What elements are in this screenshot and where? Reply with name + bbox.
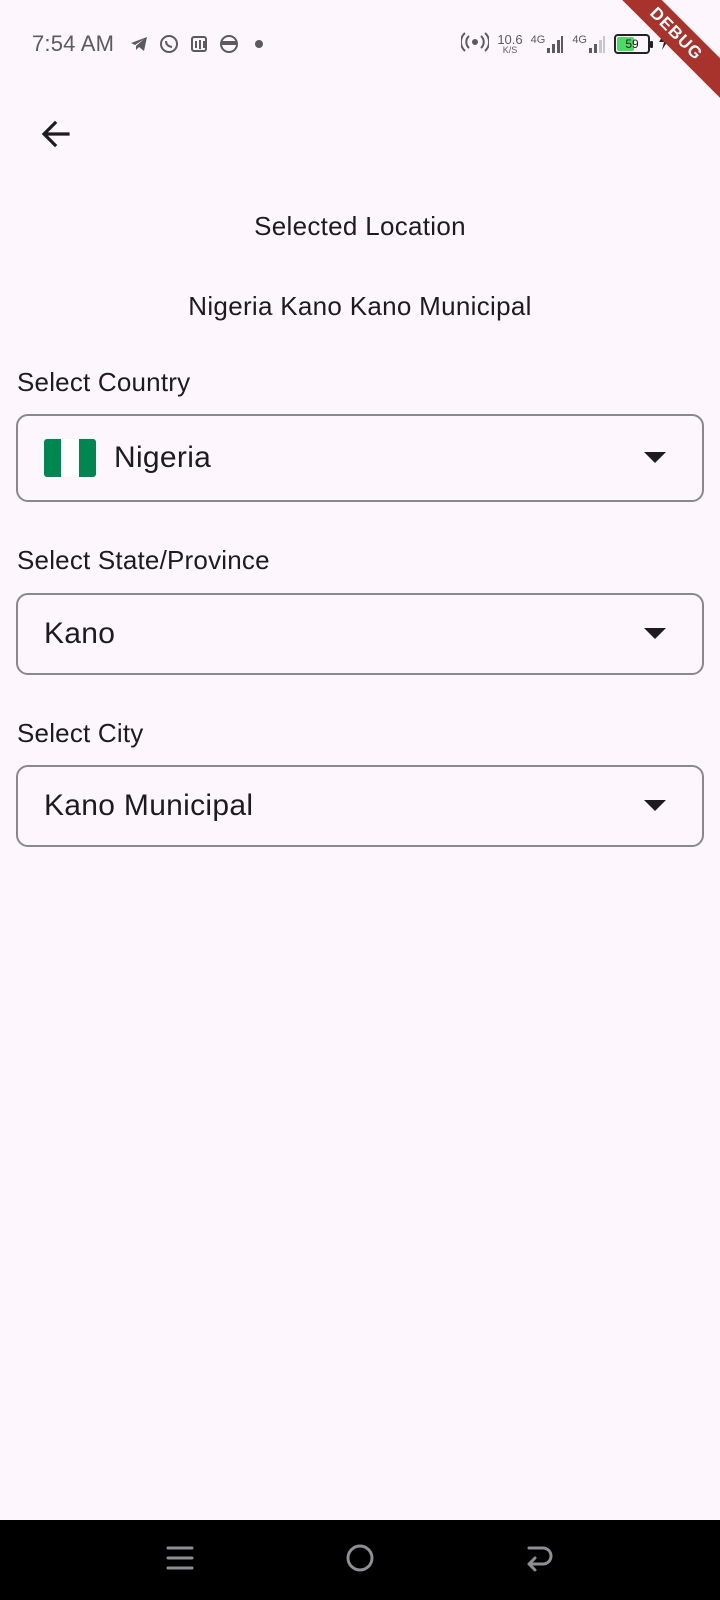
selected-location-value: Nigeria Kano Kano Municipal [188, 291, 532, 321]
dropdown-arrow-icon [644, 452, 666, 463]
nigeria-flag-icon [44, 439, 96, 477]
city-label: Select City [17, 718, 144, 748]
city-dropdown[interactable]: Kano Municipal [16, 765, 704, 847]
back-button[interactable] [24, 104, 88, 168]
country-dropdown[interactable]: Nigeria [16, 414, 704, 502]
net-speed-unit: K/S [502, 44, 518, 55]
flag-stripe [61, 439, 79, 477]
status-time: 7:54 AM [32, 31, 115, 56]
back-icon [525, 1544, 555, 1577]
face-icon [218, 33, 240, 55]
system-icons: 10.6 K/S 4G 4G 59 [460, 29, 670, 58]
flag-stripe [44, 439, 62, 477]
signal-icon: 4G [572, 34, 606, 54]
state-label: Select State/Province [17, 545, 270, 575]
dot-icon [248, 33, 270, 55]
app-icon [188, 33, 210, 55]
dropdown-arrow-icon [644, 628, 666, 639]
country-value: Nigeria [114, 441, 212, 474]
dropdown-arrow-icon [644, 800, 666, 811]
network-type: 4G [530, 33, 546, 46]
notification-icons [128, 33, 270, 55]
city-value: Kano Municipal [44, 789, 254, 822]
telegram-icon [128, 33, 150, 55]
flag-stripe [78, 439, 96, 477]
system-back-button[interactable] [518, 1538, 562, 1582]
battery-icon: 59 [614, 33, 653, 54]
hotspot-icon [460, 29, 491, 58]
system-nav-bar [0, 1520, 720, 1600]
selected-location-title: Selected Location [254, 211, 466, 241]
net-speed-value: 10.6 [497, 31, 523, 47]
status-bar: 7:54 AM 10.6 K/S 4G 4G 59 DEBUG [0, 0, 720, 115]
battery-level: 59 [625, 36, 639, 51]
home-button[interactable] [338, 1538, 382, 1582]
state-dropdown[interactable]: Kano [16, 593, 704, 675]
menu-icon [166, 1544, 194, 1577]
recents-button[interactable] [158, 1538, 202, 1582]
whatsapp-icon [158, 33, 180, 55]
country-label: Select Country [17, 367, 191, 397]
net-speed: 10.6 K/S [497, 33, 522, 55]
home-icon [345, 1543, 375, 1578]
state-value: Kano [44, 617, 116, 650]
arrow-left-icon [38, 116, 74, 157]
signal-icon: 4G [531, 34, 565, 54]
network-type: 4G [572, 33, 587, 46]
